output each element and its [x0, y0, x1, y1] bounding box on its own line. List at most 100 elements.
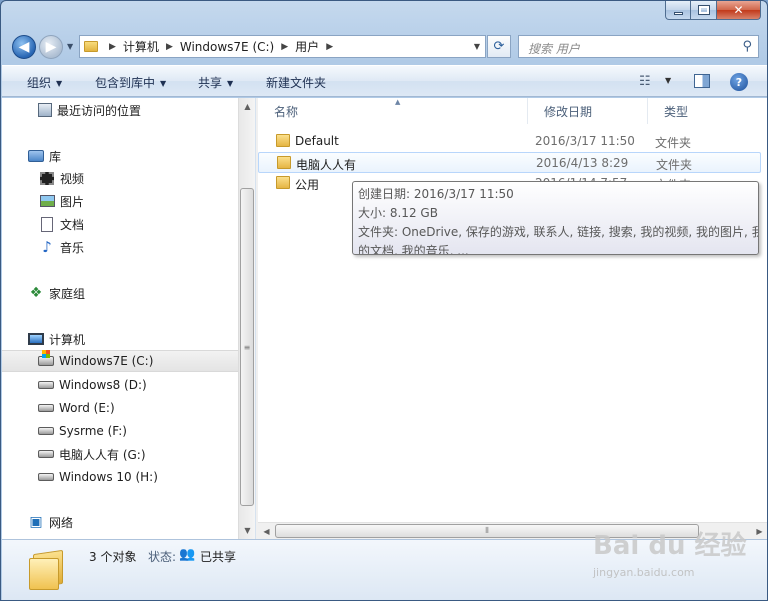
nav-item-drive-c[interactable]: Windows7E (C:)	[2, 350, 238, 372]
preview-pane-icon[interactable]	[694, 74, 710, 88]
nav-item-label: Windows7E (C:)	[59, 354, 154, 368]
help-icon[interactable]: ?	[730, 73, 748, 91]
scroll-right-icon[interactable]: ▶	[751, 523, 767, 540]
forward-arrow-icon: ▶	[45, 39, 57, 55]
nav-item-label: 视频	[60, 171, 85, 186]
file-name: 电脑人人有	[296, 158, 357, 172]
nav-item-label: 库	[49, 149, 62, 164]
file-name: 公用	[295, 178, 320, 192]
close-icon: ✕	[733, 3, 744, 17]
nav-item-label: 电脑人人有 (G:)	[59, 447, 146, 462]
minimize-icon	[673, 11, 683, 15]
close-button[interactable]: ✕	[717, 1, 761, 20]
search-box[interactable]: 搜索 用户 ⚲	[518, 35, 759, 58]
breadcrumb-separator-icon[interactable]: ▶	[326, 42, 333, 52]
tooltip-size: 大小: 8.12 GB	[358, 206, 438, 220]
drive-icon	[38, 473, 54, 481]
share-label: 共享	[198, 76, 223, 90]
nav-item-label: 网络	[49, 515, 74, 530]
column-header-type[interactable]: 类型	[648, 98, 767, 124]
back-arrow-icon: ◀	[18, 39, 30, 55]
nav-item-music[interactable]: ♪ 音乐	[2, 236, 238, 258]
breadcrumb-separator-icon[interactable]: ▶	[281, 42, 288, 52]
baidu-watermark-url: jingyan.baidu.com	[593, 566, 695, 579]
breadcrumb-computer[interactable]: 计算机	[123, 38, 159, 55]
address-bar[interactable]: ▶ 计算机 ▶ Windows7E (C:) ▶ 用户 ▶ ▼	[79, 35, 486, 58]
search-icon[interactable]: ⚲	[742, 39, 752, 54]
table-row[interactable]: Default 2016/3/17 11:50 文件夹	[258, 131, 761, 152]
nav-item-network[interactable]: ▣ 网络	[2, 511, 238, 533]
folder-icon	[84, 41, 98, 52]
share-button[interactable]: 共享 ▼	[198, 74, 233, 91]
new-folder-button[interactable]: 新建文件夹	[266, 74, 326, 91]
file-date: 2016/4/13 8:29	[536, 156, 629, 170]
nav-item-label: 图片	[60, 194, 85, 209]
forward-button[interactable]: ▶	[39, 35, 63, 59]
organize-button[interactable]: 组织 ▼	[27, 74, 62, 91]
maximize-button[interactable]	[691, 1, 717, 20]
folder-icon	[276, 176, 290, 189]
search-input[interactable]: 搜索 用户	[528, 40, 580, 57]
nav-item-pictures[interactable]: 图片	[2, 190, 238, 212]
nav-item-homegroup[interactable]: ❖ 家庭组	[2, 282, 238, 304]
column-header-name[interactable]: 名称	[258, 98, 528, 124]
nav-item-computer[interactable]: 计算机	[2, 328, 238, 350]
file-date: 2016/3/17 11:50	[535, 134, 635, 148]
address-history-dropdown[interactable]: ▼	[474, 42, 480, 51]
drive-icon	[38, 450, 54, 458]
column-header-label: 名称	[274, 104, 299, 119]
state-label: 状态:	[148, 550, 177, 564]
breadcrumb-separator-icon[interactable]: ▶	[166, 42, 173, 52]
baidu-watermark-logo: Bai du 经验	[593, 531, 747, 561]
library-icon	[28, 150, 44, 162]
column-header-label: 修改日期	[544, 104, 593, 119]
breadcrumb-separator-icon[interactable]: ▶	[109, 42, 116, 52]
table-row[interactable]: 电脑人人有 2016/4/13 8:29 文件夹	[258, 152, 761, 173]
new-folder-label: 新建文件夹	[266, 76, 327, 90]
scroll-thumb[interactable]: ≡	[240, 188, 254, 506]
minimize-button[interactable]	[665, 1, 691, 20]
refresh-button[interactable]: ⟳	[487, 35, 511, 58]
nav-item-label: Sysrme (F:)	[59, 424, 127, 438]
nav-item-drive-g[interactable]: 电脑人人有 (G:)	[2, 443, 238, 465]
shared-users-icon: 👥	[179, 547, 196, 562]
scroll-down-icon[interactable]: ▼	[239, 522, 256, 539]
view-options-dropdown[interactable]: ▼	[665, 76, 671, 85]
folder-icon	[29, 548, 65, 590]
nav-item-label: 文档	[60, 217, 85, 232]
nav-item-drive-d[interactable]: Windows8 (D:)	[2, 374, 238, 396]
state-value: 已共享	[200, 550, 237, 564]
caption-buttons: ✕	[665, 1, 761, 20]
include-in-library-label: 包含到库中	[95, 76, 156, 90]
nav-item-documents[interactable]: 文档	[2, 213, 238, 235]
include-in-library-button[interactable]: 包含到库中 ▼	[95, 74, 166, 91]
tooltip-contents: 文件夹: OneDrive, 保存的游戏, 联系人, 链接, 搜索, 我的视频,…	[358, 225, 759, 239]
breadcrumb-users[interactable]: 用户	[295, 38, 319, 55]
nav-item-drive-e[interactable]: Word (E:)	[2, 397, 238, 419]
recent-places-icon	[38, 103, 52, 117]
nav-item-videos[interactable]: 视频	[2, 167, 238, 189]
nav-item-drive-f[interactable]: Sysrme (F:)	[2, 420, 238, 442]
back-button[interactable]: ◀	[12, 35, 36, 59]
recent-pages-dropdown[interactable]: ▼	[67, 42, 73, 51]
change-view-icon[interactable]: ☷	[639, 74, 651, 89]
drive-icon	[38, 381, 54, 389]
document-icon	[41, 216, 53, 232]
scroll-up-icon[interactable]: ▲	[239, 98, 256, 115]
music-note-icon: ♪	[42, 238, 52, 256]
breadcrumb-drive[interactable]: Windows7E (C:)	[180, 40, 274, 54]
nav-item-drive-h[interactable]: Windows 10 (H:)	[2, 466, 238, 488]
homegroup-icon: ❖	[29, 285, 43, 301]
organize-label: 组织	[27, 76, 52, 90]
scroll-left-icon[interactable]: ◀	[258, 523, 275, 540]
picture-icon	[39, 195, 55, 207]
nav-item-label: 音乐	[60, 240, 85, 255]
column-header-date[interactable]: 修改日期	[528, 98, 648, 124]
system-drive-icon	[38, 350, 54, 366]
nav-item-libraries[interactable]: 库	[2, 145, 238, 167]
chevron-down-icon: ▼	[56, 79, 63, 88]
nav-item-label: Windows8 (D:)	[59, 378, 147, 392]
maximize-icon	[697, 5, 710, 15]
nav-item-recent[interactable]: 最近访问的位置	[2, 99, 238, 121]
nav-scrollbar[interactable]: ▲ ≡ ▼	[238, 98, 255, 539]
